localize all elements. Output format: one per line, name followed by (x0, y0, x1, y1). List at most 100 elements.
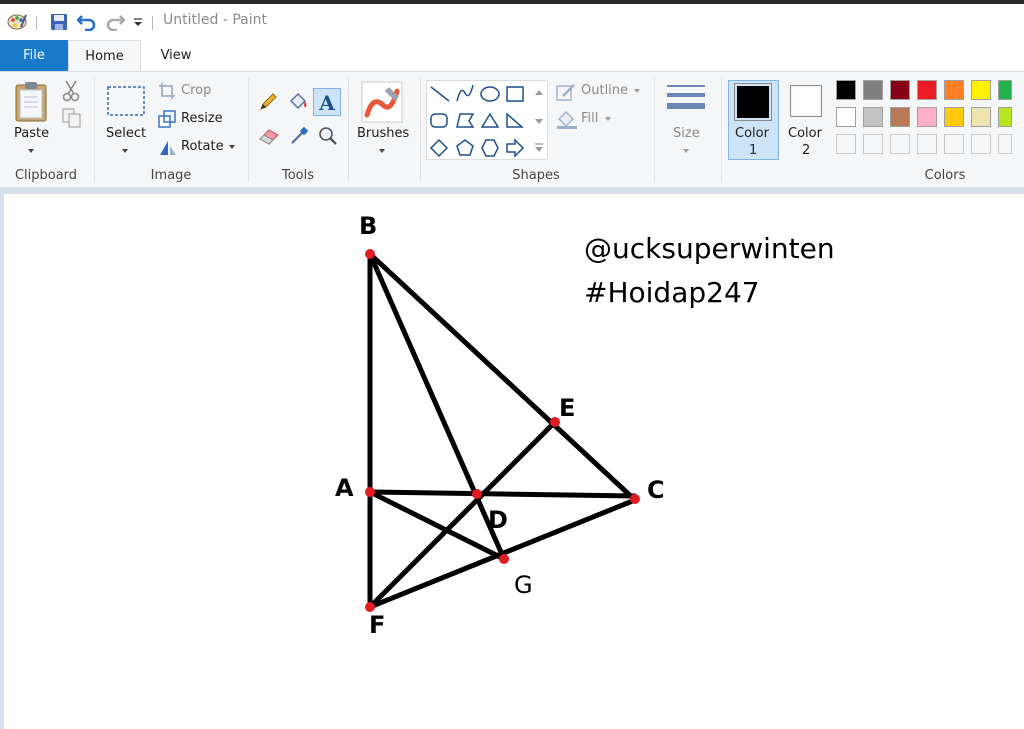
ribbon-tabs: File Home View (0, 40, 1024, 72)
palette-swatch[interactable] (917, 80, 937, 100)
palette-swatch[interactable] (836, 80, 856, 100)
eraser-icon[interactable] (258, 127, 280, 149)
palette-swatch[interactable] (998, 80, 1012, 100)
image-group-label: Image (150, 168, 192, 183)
tab-file[interactable]: File (0, 40, 68, 71)
window-title: Untitled - Paint (163, 12, 267, 28)
magnifier-icon[interactable] (318, 126, 338, 150)
paint-app-icon[interactable] (6, 4, 28, 40)
palette-swatch[interactable] (944, 80, 964, 100)
label-c: C (647, 476, 665, 504)
select-button[interactable] (106, 85, 146, 121)
fill-bucket-icon[interactable] (287, 91, 309, 117)
size-label[interactable]: Size (673, 126, 700, 141)
title-separator (152, 16, 153, 30)
palette-swatch[interactable] (890, 134, 910, 154)
crop-label[interactable]: Crop (181, 83, 211, 98)
tab-view[interactable]: View (141, 40, 211, 71)
geometry-drawing: B E A D C G F (335, 212, 665, 639)
label-g: G (514, 571, 533, 599)
segment-ac (367, 489, 638, 499)
customize-quick-access-icon[interactable] (131, 4, 145, 40)
group-separator (94, 78, 95, 182)
size-icon[interactable] (666, 84, 706, 122)
palette-swatch[interactable] (917, 134, 937, 154)
group-separator (348, 78, 349, 182)
palette-swatch[interactable] (836, 134, 856, 154)
copy-icon[interactable] (62, 108, 82, 132)
color-picker-icon[interactable] (289, 126, 309, 150)
canvas-hashtag-text: #Hoidap247 (584, 276, 760, 309)
colors-group-label: Colors (924, 168, 966, 183)
label-a: A (335, 474, 354, 502)
color-1-label: Color (735, 126, 769, 141)
select-dropdown-arrow[interactable] (122, 149, 128, 153)
resize-icon[interactable] (158, 110, 176, 132)
shapes-group-label: Shapes (512, 168, 560, 183)
palette-swatch[interactable] (971, 134, 991, 154)
crop-icon[interactable] (158, 82, 176, 104)
tab-home[interactable]: Home (68, 40, 141, 72)
palette-swatch[interactable] (998, 134, 1012, 154)
redo-icon[interactable] (104, 4, 126, 40)
color-2-swatch[interactable] (790, 85, 822, 117)
pencil-icon[interactable] (258, 92, 278, 116)
label-e: E (559, 394, 575, 422)
palette-swatch[interactable] (863, 80, 883, 100)
save-icon[interactable] (48, 4, 70, 40)
ribbon-bottom-border (0, 187, 1024, 194)
rotate-dropdown-arrow[interactable] (229, 145, 235, 149)
cut-icon[interactable] (62, 80, 80, 106)
palette-swatch[interactable] (971, 107, 991, 127)
brushes-button[interactable] (361, 81, 403, 127)
fill-dropdown-arrow[interactable] (605, 117, 611, 121)
select-label: Select (106, 126, 147, 141)
group-separator (248, 78, 249, 182)
color-2-label: Color (788, 126, 822, 141)
group-separator (654, 78, 655, 182)
point-a (365, 487, 375, 497)
fill-label[interactable]: Fill (581, 111, 598, 126)
palette-swatch[interactable] (971, 80, 991, 100)
rotate-label[interactable]: Rotate (181, 139, 224, 154)
size-dropdown-arrow[interactable] (683, 149, 689, 153)
text-tool-icon[interactable]: A (313, 88, 341, 116)
segment-bg (367, 251, 507, 562)
point-g (499, 554, 509, 564)
undo-icon[interactable] (76, 4, 98, 40)
palette-swatch[interactable] (863, 134, 883, 154)
palette-swatch[interactable] (890, 107, 910, 127)
palette-swatch[interactable] (890, 80, 910, 100)
shapes-gallery[interactable] (426, 80, 548, 160)
palette-swatch[interactable] (944, 107, 964, 127)
palette-swatch[interactable] (944, 134, 964, 154)
palette-swatch[interactable] (917, 107, 937, 127)
label-b: B (359, 212, 377, 240)
canvas-left-border (0, 194, 4, 729)
fill-icon[interactable] (556, 109, 578, 133)
outline-label[interactable]: Outline (581, 83, 628, 98)
palette-swatch[interactable] (998, 107, 1012, 127)
color-1-fill (737, 86, 769, 118)
label-d: D (488, 506, 508, 534)
rotate-icon[interactable] (158, 138, 178, 160)
point-d (472, 489, 482, 499)
brushes-label: Brushes (357, 126, 410, 141)
brushes-dropdown-arrow[interactable] (379, 149, 385, 153)
svg-text:A: A (318, 91, 335, 115)
group-separator (420, 78, 421, 182)
clipboard-group-label: Clipboard (14, 168, 78, 183)
outline-icon[interactable] (556, 82, 576, 106)
drawing-canvas[interactable]: B E A D C G F @ucksuperwinten #Hoidap247 (0, 194, 1024, 729)
canvas-handle-text: @ucksuperwinten (584, 232, 835, 265)
resize-label[interactable]: Resize (181, 111, 223, 126)
paste-label: Paste (14, 126, 50, 141)
paste-button[interactable] (14, 80, 48, 126)
palette-swatch[interactable] (863, 107, 883, 127)
quick-access-separator (36, 16, 37, 30)
paste-dropdown-arrow[interactable] (28, 149, 34, 153)
color-2-fill (793, 88, 819, 114)
outline-dropdown-arrow[interactable] (634, 89, 640, 93)
palette-swatch[interactable] (836, 107, 856, 127)
tools-group-label: Tools (281, 168, 315, 183)
